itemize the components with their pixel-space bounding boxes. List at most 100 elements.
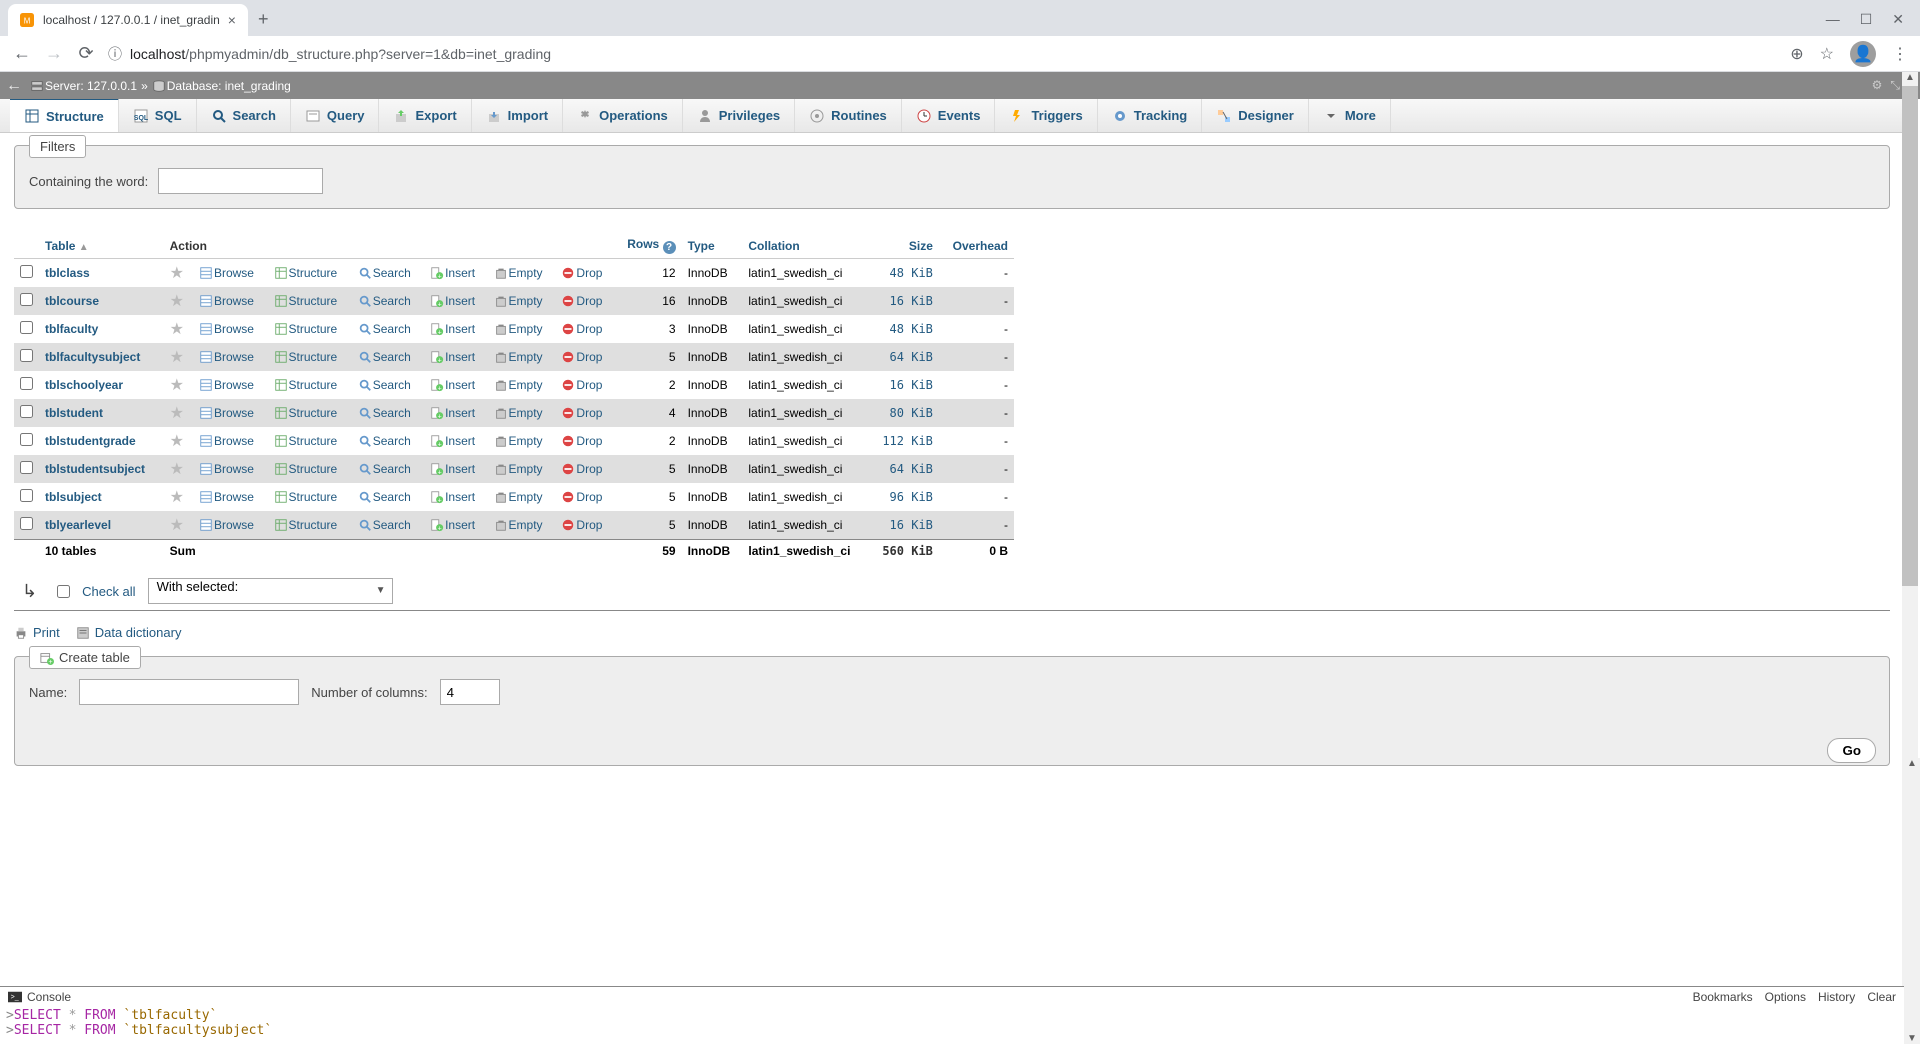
check-all-link[interactable]: Check all: [82, 584, 135, 599]
tab-designer[interactable]: Designer: [1202, 99, 1309, 132]
col-collation[interactable]: Collation: [742, 233, 869, 259]
search-link[interactable]: Search: [358, 490, 411, 504]
empty-link[interactable]: Empty: [494, 378, 543, 392]
breadcrumb-server[interactable]: Server: 127.0.0.1: [45, 79, 137, 93]
search-link[interactable]: Search: [358, 378, 411, 392]
insert-link[interactable]: +Insert: [430, 518, 475, 532]
bookmark-icon[interactable]: ☆: [1820, 44, 1834, 64]
insert-link[interactable]: +Insert: [430, 434, 475, 448]
browse-link[interactable]: Browse: [199, 378, 254, 392]
insert-link[interactable]: +Insert: [430, 266, 475, 280]
tab-privileges[interactable]: Privileges: [683, 99, 795, 132]
minimize-icon[interactable]: —: [1826, 11, 1840, 28]
favorite-icon[interactable]: ★: [170, 433, 184, 450]
row-checkbox[interactable]: [20, 405, 33, 418]
col-table[interactable]: Table ▲: [39, 233, 164, 259]
tab-more[interactable]: More: [1309, 99, 1391, 132]
row-checkbox[interactable]: [20, 461, 33, 474]
browse-link[interactable]: Browse: [199, 406, 254, 420]
row-checkbox[interactable]: [20, 489, 33, 502]
insert-link[interactable]: +Insert: [430, 462, 475, 476]
tab-import[interactable]: Import: [472, 99, 563, 132]
table-name-link[interactable]: tblyearlevel: [45, 518, 111, 532]
drop-link[interactable]: Drop: [561, 294, 602, 308]
structure-link[interactable]: Structure: [274, 266, 338, 280]
tab-query[interactable]: Query: [291, 99, 380, 132]
drop-link[interactable]: Drop: [561, 266, 602, 280]
search-link[interactable]: Search: [358, 406, 411, 420]
browse-link[interactable]: Browse: [199, 266, 254, 280]
console-bookmarks[interactable]: Bookmarks: [1693, 990, 1753, 1004]
table-name-link[interactable]: tblstudentsubject: [45, 462, 145, 476]
col-rows[interactable]: Rows ?: [614, 233, 681, 259]
filter-input[interactable]: [158, 168, 323, 194]
forward-button[interactable]: →: [44, 43, 64, 64]
empty-link[interactable]: Empty: [494, 434, 543, 448]
reload-button[interactable]: ⟳: [76, 43, 96, 64]
search-link[interactable]: Search: [358, 266, 411, 280]
print-link[interactable]: Print: [14, 625, 60, 640]
table-name-link[interactable]: tblstudentgrade: [45, 434, 136, 448]
insert-link[interactable]: +Insert: [430, 378, 475, 392]
favorite-icon[interactable]: ★: [170, 489, 184, 506]
empty-link[interactable]: Empty: [494, 518, 543, 532]
close-icon[interactable]: ✕: [1892, 11, 1904, 28]
drop-link[interactable]: Drop: [561, 490, 602, 504]
browse-link[interactable]: Browse: [199, 462, 254, 476]
profile-avatar[interactable]: 👤: [1850, 41, 1876, 67]
favorite-icon[interactable]: ★: [170, 405, 184, 422]
table-name-link[interactable]: tblfaculty: [45, 322, 98, 336]
search-link[interactable]: Search: [358, 294, 411, 308]
insert-link[interactable]: +Insert: [430, 490, 475, 504]
drop-link[interactable]: Drop: [561, 350, 602, 364]
drop-link[interactable]: Drop: [561, 406, 602, 420]
row-checkbox[interactable]: [20, 321, 33, 334]
insert-link[interactable]: +Insert: [430, 294, 475, 308]
help-icon[interactable]: ?: [663, 241, 676, 254]
site-info-icon[interactable]: ⓘ: [108, 44, 122, 64]
structure-link[interactable]: Structure: [274, 434, 338, 448]
table-name-link[interactable]: tblsubject: [45, 490, 102, 504]
search-link[interactable]: Search: [358, 462, 411, 476]
structure-link[interactable]: Structure: [274, 350, 338, 364]
menu-icon[interactable]: ⋮: [1892, 44, 1908, 64]
structure-link[interactable]: Structure: [274, 322, 338, 336]
table-name-link[interactable]: tblstudent: [45, 406, 103, 420]
scroll-down-icon[interactable]: ▼: [1904, 1033, 1920, 1044]
browser-tab[interactable]: M localhost / 127.0.0.1 / inet_gradin ×: [8, 4, 248, 36]
with-selected-dropdown[interactable]: With selected:: [148, 578, 393, 604]
table-name-input[interactable]: [79, 679, 299, 705]
check-all-checkbox[interactable]: [57, 585, 70, 598]
tab-structure[interactable]: Structure: [10, 98, 119, 132]
tab-events[interactable]: Events: [902, 99, 996, 132]
browse-link[interactable]: Browse: [199, 518, 254, 532]
tab-tracking[interactable]: Tracking: [1098, 99, 1202, 132]
console-history[interactable]: History: [1818, 990, 1855, 1004]
zoom-icon[interactable]: ⊕: [1790, 44, 1803, 64]
col-size[interactable]: Size: [869, 233, 939, 259]
favorite-icon[interactable]: ★: [170, 265, 184, 282]
favorite-icon[interactable]: ★: [170, 321, 184, 338]
exit-fullscreen-icon[interactable]: ⤡: [1890, 78, 1900, 93]
insert-link[interactable]: +Insert: [430, 350, 475, 364]
browse-link[interactable]: Browse: [199, 434, 254, 448]
new-tab-button[interactable]: +: [248, 3, 279, 36]
browse-link[interactable]: Browse: [199, 294, 254, 308]
row-checkbox[interactable]: [20, 293, 33, 306]
row-checkbox[interactable]: [20, 433, 33, 446]
num-columns-input[interactable]: [440, 679, 500, 705]
insert-link[interactable]: +Insert: [430, 406, 475, 420]
browse-link[interactable]: Browse: [199, 350, 254, 364]
empty-link[interactable]: Empty: [494, 350, 543, 364]
favorite-icon[interactable]: ★: [170, 349, 184, 366]
favorite-icon[interactable]: ★: [170, 517, 184, 534]
table-name-link[interactable]: tblfacultysubject: [45, 350, 140, 364]
structure-link[interactable]: Structure: [274, 518, 338, 532]
breadcrumb-database[interactable]: Database: inet_grading: [167, 79, 291, 93]
back-button[interactable]: ←: [12, 43, 32, 64]
table-name-link[interactable]: tblschoolyear: [45, 378, 123, 392]
browse-link[interactable]: Browse: [199, 490, 254, 504]
search-link[interactable]: Search: [358, 322, 411, 336]
drop-link[interactable]: Drop: [561, 434, 602, 448]
tab-search[interactable]: Search: [197, 99, 291, 132]
